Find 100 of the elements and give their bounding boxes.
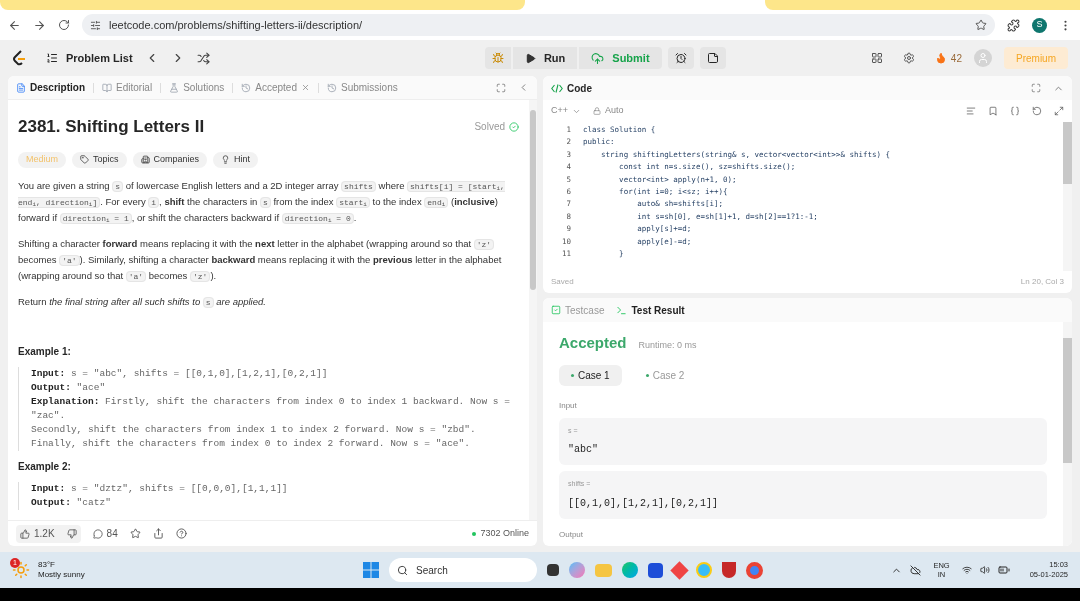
example-heading: Example 2: xyxy=(18,459,72,474)
edge-icon[interactable] xyxy=(622,562,639,578)
help-icon[interactable] xyxy=(175,528,187,539)
comments-button[interactable]: 84 xyxy=(92,526,118,541)
comment-icon xyxy=(92,528,103,539)
bug-icon xyxy=(491,52,504,64)
tab-icon xyxy=(327,82,337,93)
expand-icon[interactable] xyxy=(1054,106,1064,116)
description-paragraph: Return the final string after all such shifts to s are applied. xyxy=(18,294,267,310)
panel-tab[interactable]: Solutions xyxy=(169,80,225,95)
address-bar[interactable]: leetcode.com/problems/shifting-letters-ii/description/ xyxy=(82,14,995,36)
language-select[interactable]: C++ xyxy=(551,104,581,118)
tab-icon xyxy=(241,82,252,93)
run-button[interactable]: Run xyxy=(512,47,578,69)
chrome-icon[interactable] xyxy=(746,561,764,579)
weather-icon[interactable] xyxy=(12,561,30,579)
thumbs-up-icon xyxy=(20,528,30,539)
start-icon[interactable] xyxy=(363,562,380,578)
forward-icon[interactable] xyxy=(33,18,46,32)
shuffle-icon[interactable] xyxy=(196,51,210,65)
example-line: Input: s = "dztz", shifts = [[0,0,0],[1,1,1]] xyxy=(31,481,289,496)
example-line: Input: s = "abc", shifts = [[0,1,0],[1,2,1],[0,2,1]] xyxy=(31,366,329,381)
notes-button[interactable] xyxy=(699,47,726,69)
note-icon xyxy=(706,52,719,64)
site-info-icon[interactable] xyxy=(90,19,101,31)
streak-counter[interactable]: 42 xyxy=(934,50,962,66)
auto-mode[interactable]: Auto xyxy=(593,104,624,118)
search-icon xyxy=(397,564,409,576)
battery-icon[interactable] xyxy=(997,564,1010,576)
problem-list-button[interactable]: Problem List xyxy=(46,49,133,67)
case-tab[interactable]: Case 1 xyxy=(559,364,622,386)
online-count: 7302 Online xyxy=(472,526,529,541)
lock-icon xyxy=(593,107,601,115)
favorite-icon[interactable] xyxy=(129,528,141,539)
reset-icon[interactable] xyxy=(1032,106,1042,116)
example-heading: Example 1: xyxy=(18,344,72,359)
panel-tab[interactable]: Editorial xyxy=(102,80,153,95)
example-line: Output: "ace" xyxy=(31,380,107,395)
section-label: Input xyxy=(559,399,578,412)
panel-tab[interactable]: Submissions xyxy=(327,80,398,95)
braces-icon[interactable] xyxy=(1010,106,1020,116)
code-icon xyxy=(551,83,563,93)
topics-icon xyxy=(80,155,89,164)
copilot-icon[interactable] xyxy=(569,562,586,578)
volume-icon[interactable] xyxy=(979,565,990,575)
verdict: Accepted xyxy=(559,333,627,353)
like-button[interactable]: 1.2K xyxy=(16,524,81,543)
cursor-position: Ln 20, Col 3 xyxy=(1020,276,1064,288)
tab-icon xyxy=(169,82,180,93)
bookmark-icon[interactable] xyxy=(988,106,998,116)
thumbs-down-icon[interactable] xyxy=(66,528,77,539)
maximize-icon[interactable] xyxy=(496,82,506,93)
extensions-icon[interactable] xyxy=(1007,18,1020,32)
taskbar-search[interactable]: Search xyxy=(389,558,538,582)
panel-tab[interactable]: Description xyxy=(16,80,85,95)
maximize-icon[interactable] xyxy=(1031,83,1041,93)
checkbox-icon xyxy=(551,305,561,315)
section-label: Output xyxy=(559,528,584,541)
panel-tab[interactable]: Accepted xyxy=(241,80,310,95)
weather-text[interactable]: Mostly sunny xyxy=(38,570,85,580)
hint-icon xyxy=(221,155,231,164)
example-line: Explanation: Firstly, shift the characters from index 0 to index 1 backward. Now s = "zac". xyxy=(31,394,511,423)
profile-avatar[interactable]: S xyxy=(1032,17,1047,33)
debug-button[interactable] xyxy=(484,47,511,69)
bookmark-star-icon[interactable] xyxy=(975,19,987,31)
settings-icon[interactable] xyxy=(902,52,915,64)
cloud-icon[interactable] xyxy=(910,564,922,576)
store-icon[interactable] xyxy=(648,562,664,578)
back-icon[interactable] xyxy=(8,18,21,32)
wifi-icon[interactable] xyxy=(961,565,972,575)
runtime: Runtime: 0 ms xyxy=(638,339,697,352)
format-icon[interactable] xyxy=(966,106,976,116)
task-view-icon[interactable] xyxy=(547,564,560,576)
description-paragraph: Shifting a character forward means replacing it with the next letter in the alphabet (wrapping around so that 'z' becomes 'a' ). Similarly, shifting a character backward means replacing it with the previous letter in the alphabet (wrapping around so that 'a' becomes 'z' ). xyxy=(18,236,503,284)
layout-icon[interactable] xyxy=(870,52,883,64)
panel-tab[interactable]: Test Result xyxy=(616,302,685,318)
panel-title: Code xyxy=(551,80,592,96)
share-icon[interactable] xyxy=(152,528,164,539)
description-paragraph: You are given a string s of lowercase English letters and a 2D integer array shifts where shifts[i] = [start$_{i}$, end$_{i}$, direction$_{i}$] . For every i , shift the characters in s from the index start$_{i}$ to the index end$_{i}$ (inclusive) forward if direction$_{i}$ = 1 , or shift the characters backward if direction$_{i}$ = 0 . xyxy=(18,178,506,226)
parameter-value: [[0,1,0],[1,2,1],[0,2,1]] xyxy=(568,496,720,511)
timer-button[interactable] xyxy=(667,47,694,69)
tag-chip[interactable]: Topics xyxy=(72,151,127,168)
example-line: Finally, shift the characters from index 0 to index 2 forward. Now s = "ace". xyxy=(31,436,471,451)
scrollbar[interactable] xyxy=(1063,122,1072,271)
list-icon xyxy=(46,52,58,64)
terminal-icon xyxy=(616,304,628,316)
reload-icon[interactable] xyxy=(58,19,70,31)
scrollbar[interactable] xyxy=(1063,322,1072,546)
flame-icon xyxy=(934,52,947,64)
tag-chip[interactable]: Hint xyxy=(213,151,259,168)
cloud-upload-icon xyxy=(591,51,605,65)
save-status: Saved xyxy=(551,276,574,288)
logo-icon[interactable] xyxy=(12,50,26,66)
tab-icon xyxy=(102,82,112,93)
tag-chip[interactable]: Companies xyxy=(132,151,208,168)
close-icon[interactable] xyxy=(301,83,310,92)
scrollbar[interactable] xyxy=(529,100,537,520)
shield-icon[interactable] xyxy=(722,562,737,578)
tab-icon xyxy=(16,82,26,93)
temperature[interactable]: 83°F xyxy=(38,560,85,570)
